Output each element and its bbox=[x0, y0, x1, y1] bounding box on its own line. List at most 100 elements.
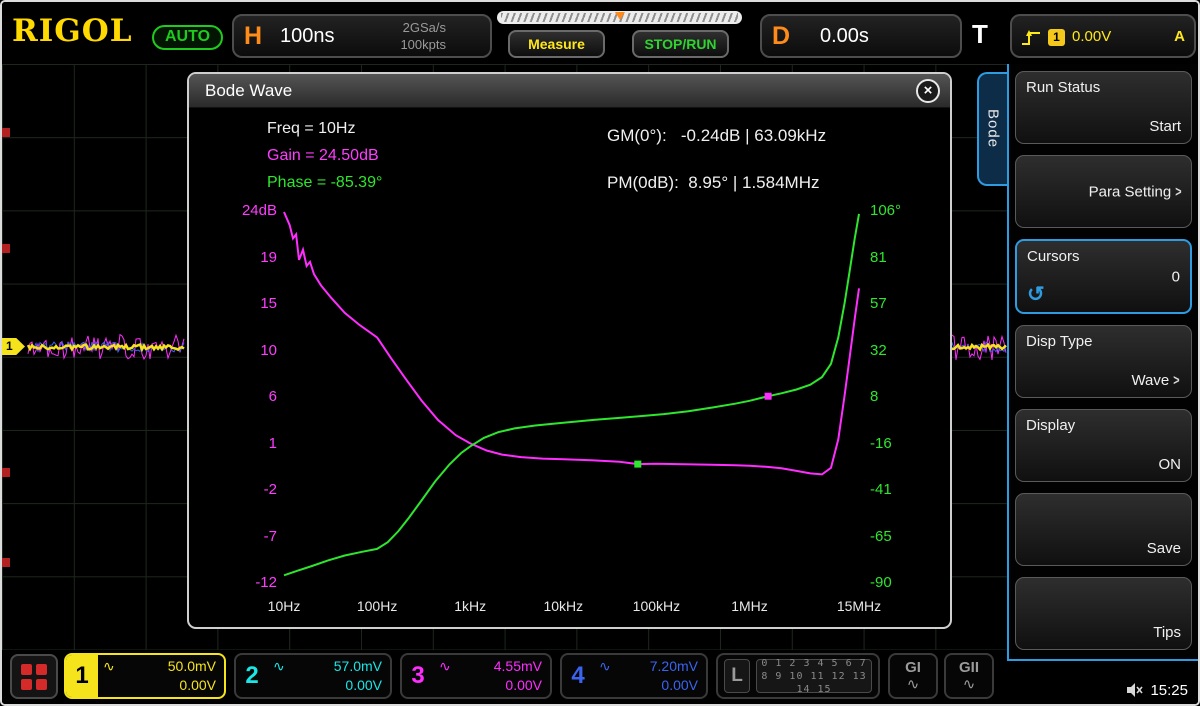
bode-wave-dialog: Bode Wave × Freq = 10Hz Gain = 24.50dB P… bbox=[187, 72, 952, 629]
digital-channel-list: 0 1 2 3 4 5 6 7 8 9 10 11 12 13 14 15 bbox=[756, 659, 872, 693]
readout-gain: Gain = 24.50dB bbox=[267, 147, 379, 165]
gen2-block[interactable]: GII ∿ bbox=[944, 653, 994, 699]
sine-icon: ∿ bbox=[890, 676, 936, 693]
left-edge-marker bbox=[2, 128, 10, 137]
menu-item-value: Tips bbox=[1153, 624, 1181, 641]
top-bar: RIGOL AUTO H 100ns 2GSa/s 100kpts Measur… bbox=[2, 2, 1198, 64]
menu-panel: Bode Run Status Start Para Setting> Curs… bbox=[1007, 64, 1198, 661]
gain-tick-label: 24dB bbox=[207, 202, 277, 219]
trigger-settings: T 1 0.00V A bbox=[968, 14, 1196, 58]
phase-tick-label: 8 bbox=[870, 388, 878, 405]
stop-run-button[interactable]: STOP/RUN bbox=[632, 30, 729, 58]
phase-tick-label: -65 bbox=[870, 528, 892, 545]
acquisition-info: 2GSa/s 100kpts bbox=[400, 19, 446, 53]
waveform-position-bar[interactable] bbox=[497, 11, 742, 24]
channel-4-offset: 0.00V bbox=[599, 676, 698, 695]
menu-item-cursors[interactable]: Cursors ↺ 0 bbox=[1015, 239, 1192, 314]
readout-frequency: Freq = 10Hz bbox=[267, 120, 355, 138]
measure-button[interactable]: Measure bbox=[508, 30, 605, 58]
channel-3-block[interactable]: 3 ∿4.55mV 0.00V bbox=[400, 653, 552, 699]
trigger-label: T bbox=[972, 19, 988, 50]
mute-icon bbox=[1127, 683, 1144, 698]
channel-2-number: 2 bbox=[236, 655, 268, 697]
gain-tick-label: 1 bbox=[207, 435, 277, 452]
trigger-source-badge[interactable]: 1 bbox=[1048, 29, 1065, 46]
ac-coupling-icon: ∿ bbox=[103, 657, 115, 676]
gen2-label: GII bbox=[946, 659, 992, 676]
menu-item-display[interactable]: Display ON bbox=[1015, 409, 1192, 482]
delay-label: D bbox=[772, 22, 790, 51]
channel-3-number: 3 bbox=[402, 655, 434, 697]
gain-curve bbox=[284, 212, 859, 474]
gain-tick-label: -2 bbox=[207, 481, 277, 498]
menu-item-value: Wave bbox=[1131, 372, 1169, 389]
readout-phase-margin: PM(0dB): 8.95° | 1.584MHz bbox=[607, 173, 819, 193]
menu-item-value: ON bbox=[1159, 456, 1182, 473]
frequency-tick-label: 10kHz bbox=[543, 598, 583, 614]
menu-item-value: Start bbox=[1149, 118, 1181, 135]
channel-3-offset: 0.00V bbox=[439, 676, 542, 695]
trigger-slope-icon bbox=[1021, 29, 1041, 47]
menu-item-value: 0 bbox=[1172, 268, 1180, 285]
channel-1-offset: 0.00V bbox=[103, 676, 216, 695]
frequency-tick-label: 1MHz bbox=[731, 598, 768, 614]
menu-item-label: Disp Type bbox=[1026, 333, 1092, 350]
channel-2-block[interactable]: 2 ∿57.0mV 0.00V bbox=[234, 653, 392, 699]
channel-2-scale: 57.0mV bbox=[334, 657, 382, 676]
digital-row-1: 0 1 2 3 4 5 6 7 bbox=[757, 657, 871, 670]
gain-margin-marker[interactable] bbox=[634, 461, 641, 468]
gain-tick-label: 15 bbox=[207, 295, 277, 312]
gain-tick-label: 10 bbox=[207, 342, 277, 359]
delay-settings[interactable]: D 0.00s bbox=[760, 14, 962, 58]
gen1-block[interactable]: GI ∿ bbox=[888, 653, 938, 699]
chevron-right-icon: > bbox=[1173, 372, 1179, 389]
gain-tick-label: 6 bbox=[207, 388, 277, 405]
readout-phase: Phase = -85.39° bbox=[267, 174, 382, 192]
horizontal-label: H bbox=[244, 22, 262, 51]
phase-tick-label: 32 bbox=[870, 342, 887, 359]
phase-margin-marker[interactable] bbox=[765, 393, 772, 400]
digital-label: L bbox=[724, 659, 750, 693]
timebase-value: 100ns bbox=[280, 25, 335, 48]
menu-item-disp-type[interactable]: Disp Type Wave> bbox=[1015, 325, 1192, 398]
phase-tick-label: 57 bbox=[870, 295, 887, 312]
channel-3-scale: 4.55mV bbox=[494, 657, 542, 676]
channel-4-block[interactable]: 4 ∿7.20mV 0.00V bbox=[560, 653, 708, 699]
channel-4-scale: 7.20mV bbox=[650, 657, 698, 676]
trigger-info-box[interactable]: 1 0.00V A bbox=[1010, 14, 1196, 58]
horizontal-settings[interactable]: H 100ns 2GSa/s 100kpts bbox=[232, 14, 492, 58]
gain-tick-label: -12 bbox=[207, 574, 277, 591]
dialog-titlebar[interactable]: Bode Wave × bbox=[189, 74, 950, 108]
memory-depth: 100kpts bbox=[400, 36, 446, 53]
tab-bode[interactable]: Bode bbox=[977, 72, 1007, 186]
trigger-position-marker[interactable] bbox=[615, 12, 625, 20]
trigger-sweep-mode: A bbox=[1174, 28, 1185, 45]
menu-item-run-status[interactable]: Run Status Start bbox=[1015, 71, 1192, 144]
menu-item-label: Display bbox=[1026, 417, 1075, 434]
close-button[interactable]: × bbox=[916, 79, 940, 103]
menu-item-save[interactable]: Save bbox=[1015, 493, 1192, 566]
gain-tick-label: -7 bbox=[207, 528, 277, 545]
menu-item-value: Save bbox=[1147, 540, 1181, 557]
menu-grid-icon bbox=[36, 664, 47, 675]
phase-tick-label: 106° bbox=[870, 202, 901, 219]
left-edge-marker bbox=[2, 558, 10, 567]
frequency-tick-label: 100Hz bbox=[357, 598, 397, 614]
menu-item-para-setting[interactable]: Para Setting> bbox=[1015, 155, 1192, 228]
menu-item-label: Para Setting bbox=[1089, 183, 1172, 200]
phase-tick-label: -16 bbox=[870, 435, 892, 452]
digital-channels-block[interactable]: L 0 1 2 3 4 5 6 7 8 9 10 11 12 13 14 15 bbox=[716, 653, 880, 699]
clock-area: 15:25 bbox=[1127, 682, 1188, 699]
menu-item-tips[interactable]: Tips bbox=[1015, 577, 1192, 650]
sine-icon: ∿ bbox=[946, 676, 992, 693]
phase-tick-label: 81 bbox=[870, 249, 887, 266]
system-time: 15:25 bbox=[1150, 682, 1188, 699]
phase-tick-label: -90 bbox=[870, 574, 892, 591]
main-menu-button[interactable] bbox=[10, 654, 58, 699]
menu-item-label: Cursors bbox=[1027, 248, 1080, 265]
left-edge-marker bbox=[2, 244, 10, 253]
channel1-marker-label: 1 bbox=[6, 339, 13, 353]
channel-1-block[interactable]: 1 ∿50.0mV 0.00V bbox=[64, 653, 226, 699]
loop-icon[interactable]: ↺ bbox=[1027, 282, 1045, 307]
frequency-tick-label: 10Hz bbox=[268, 598, 301, 614]
